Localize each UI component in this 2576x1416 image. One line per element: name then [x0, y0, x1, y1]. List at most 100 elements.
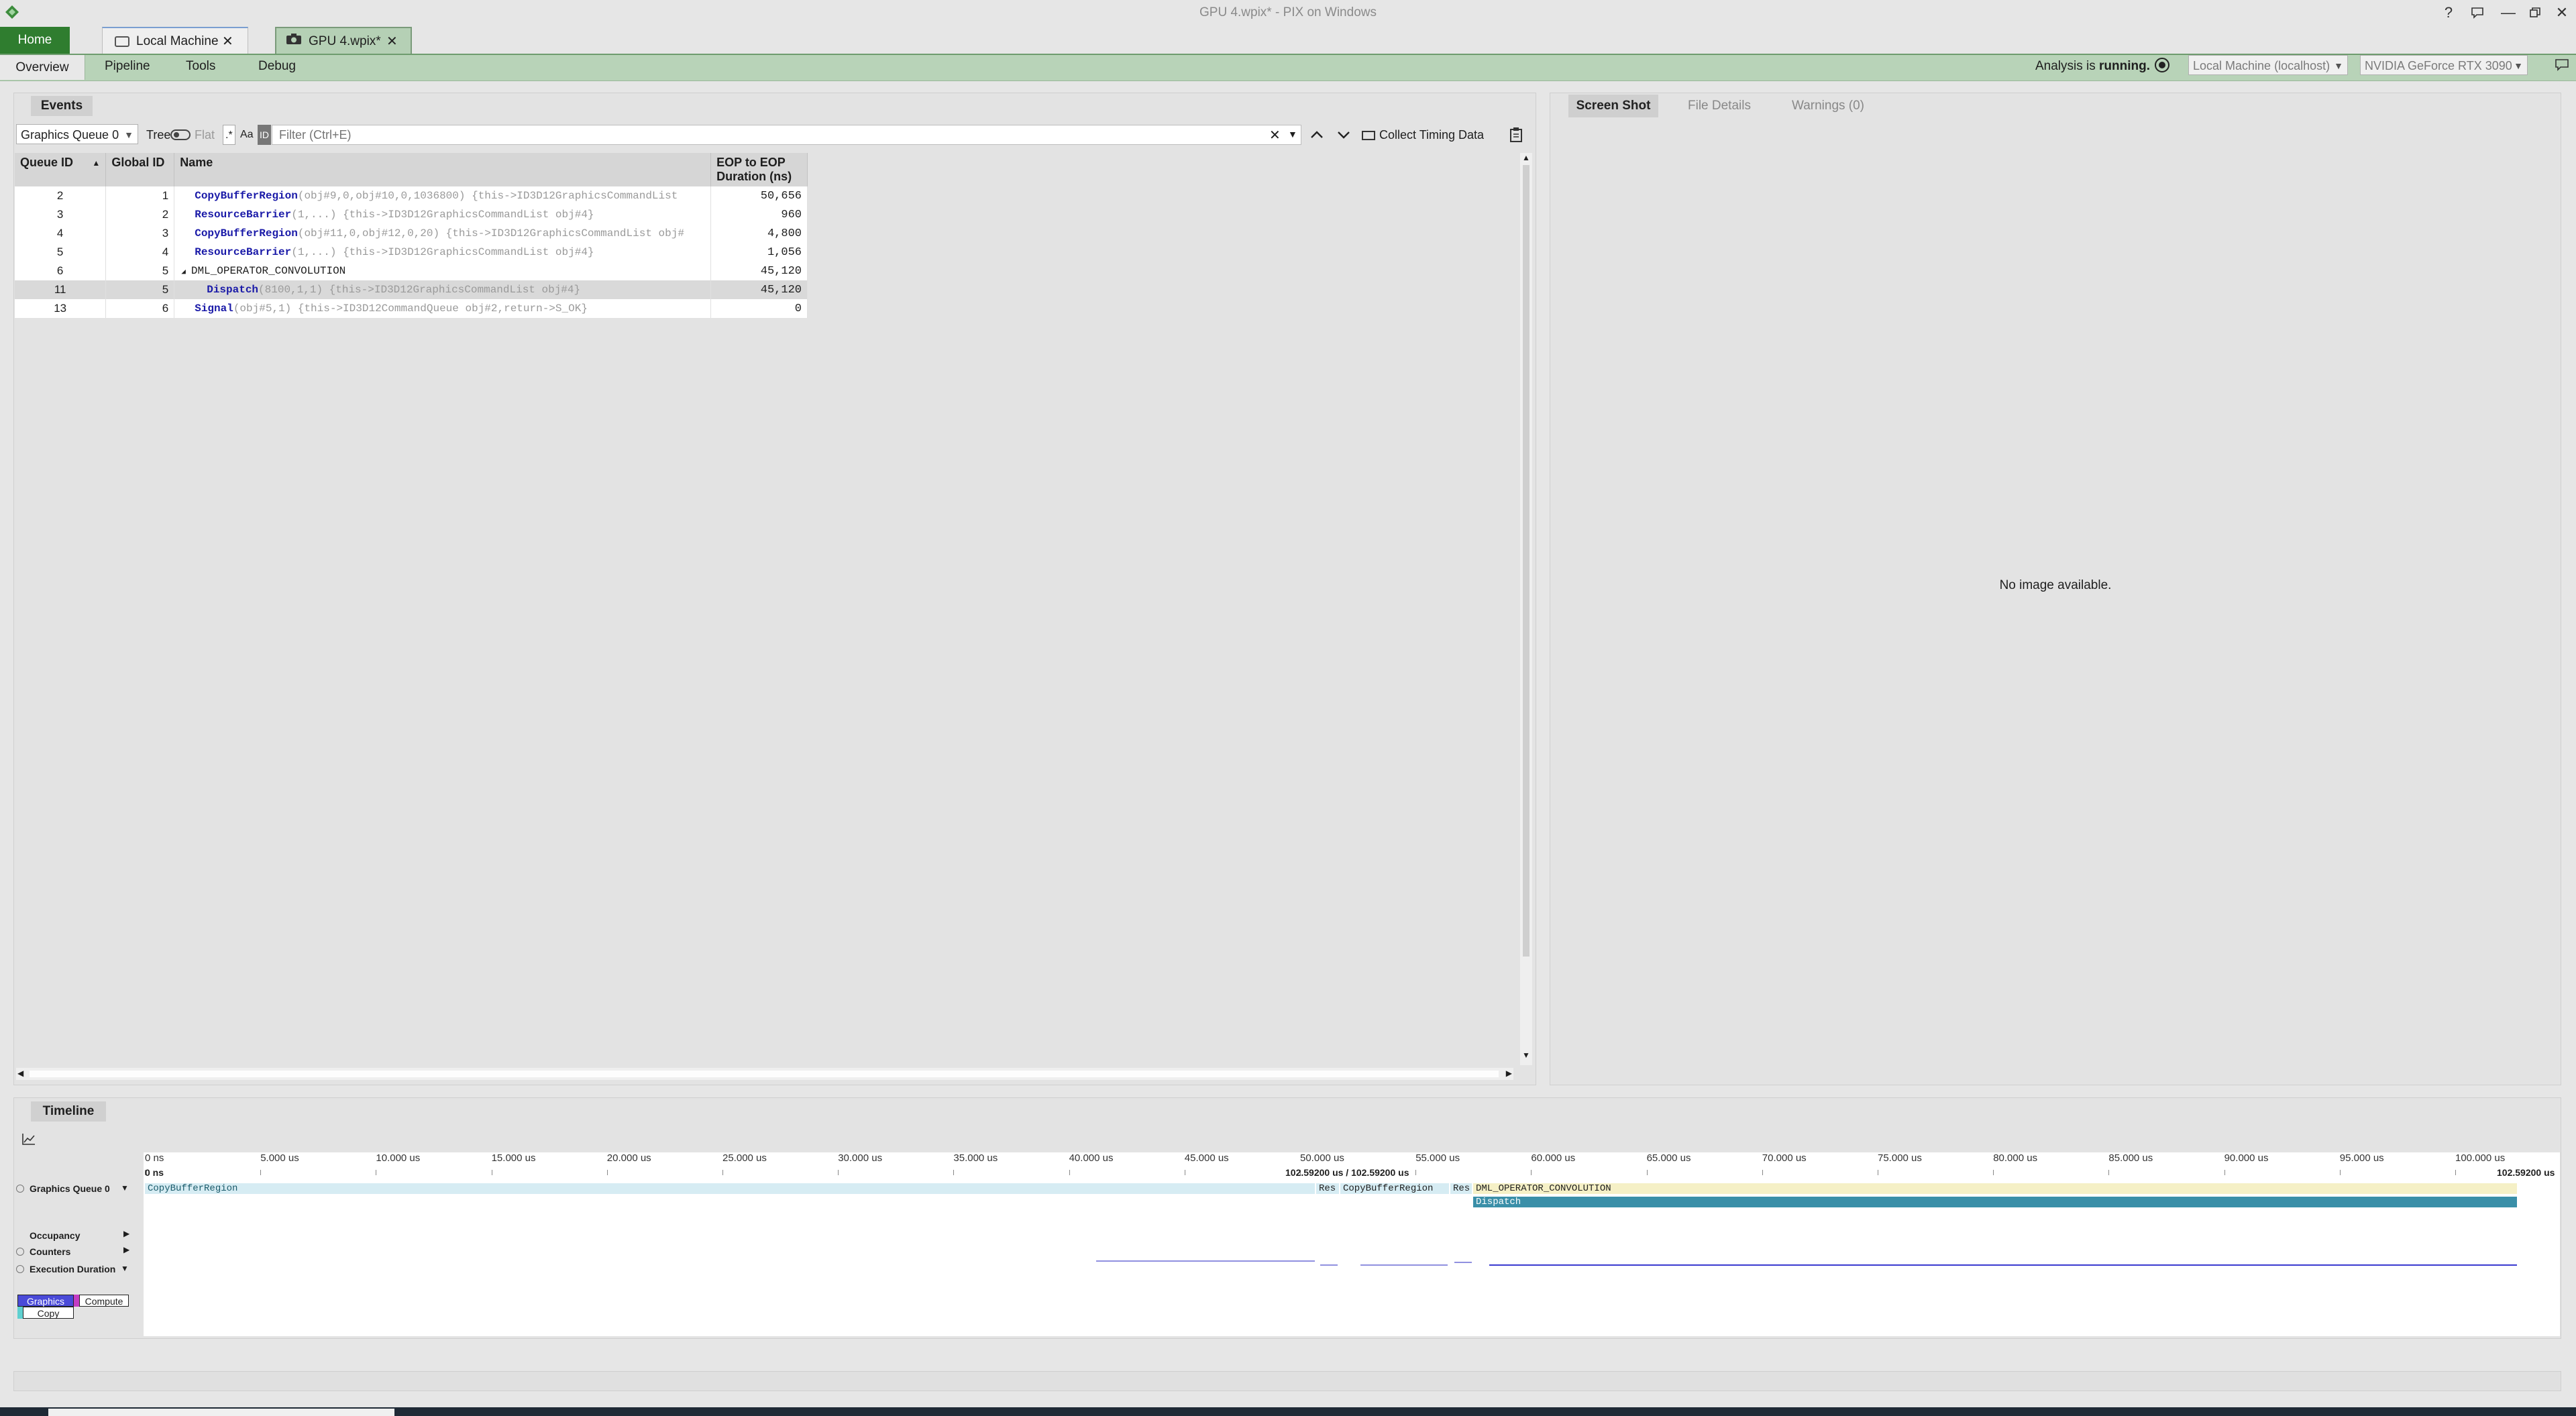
cell-global-id: 2	[105, 205, 175, 224]
match-case-toggle[interactable]: Aa	[240, 125, 254, 145]
cell-name: ◢ DML_OPERATOR_CONVOLUTION	[174, 262, 712, 280]
chevron-down-icon: ▼	[2334, 60, 2343, 71]
cell-duration: 45,120	[710, 280, 808, 299]
timeline-bar-dispatch[interactable]: Dispatch	[1473, 1197, 2517, 1207]
tree-flat-toggle[interactable]	[170, 129, 191, 140]
timeline-tick-mark	[1762, 1170, 1763, 1175]
table-row[interactable]: 3 2 ResourceBarrier(1,...) {this->ID3D12…	[15, 205, 808, 224]
record-icon[interactable]	[2155, 58, 2169, 72]
machine-select[interactable]: Local Machine (localhost) ▼	[2188, 55, 2348, 75]
vertical-scrollbar[interactable]: ▲ ▼	[1520, 153, 1532, 1065]
table-header-row: Queue ID ▲ Global ID Name EOP to EOP Dura…	[15, 153, 808, 186]
tab-local-machine[interactable]: Local Machine ✕	[102, 27, 248, 54]
scroll-down-icon[interactable]: ▼	[1520, 1050, 1532, 1060]
close-tab-local-icon[interactable]: ✕	[222, 28, 233, 55]
clear-filter-icon[interactable]: ✕	[1269, 127, 1281, 144]
scroll-up-icon[interactable]: ▲	[1520, 153, 1532, 162]
timeline-tick-label: 65.000 us	[1646, 1152, 1691, 1164]
tab-gpu-capture[interactable]: GPU 4.wpix* ✕	[275, 27, 412, 54]
col-eop-duration[interactable]: EOP to EOP Duration (ns)	[710, 153, 808, 186]
nav-pipeline[interactable]: Pipeline	[105, 54, 150, 79]
event-args: (obj#9,0,obj#10,0,1036800) {this->ID3D12…	[297, 190, 678, 202]
nav-debug[interactable]: Debug	[258, 54, 296, 79]
chevron-right-icon[interactable]: ▶	[123, 1229, 129, 1238]
horizontal-scrollbar[interactable]: ◀ ▶	[16, 1068, 1513, 1080]
previous-match-icon[interactable]	[1309, 125, 1324, 148]
col-queue-id[interactable]: Queue ID ▲	[15, 153, 107, 186]
chevron-down-icon[interactable]: ▼	[121, 1183, 129, 1193]
timeline-bar-resourcebarrier-2[interactable]: Res	[1450, 1183, 1472, 1194]
feedback-icon[interactable]	[2466, 1, 2489, 24]
timeline-bar-copybufferregion[interactable]: CopyBufferRegion	[145, 1183, 1315, 1194]
exec-lane-dot[interactable]	[16, 1265, 24, 1273]
cell-name: Signal(obj#5,1) {this->ID3D12CommandQueu…	[174, 299, 712, 318]
regex-toggle[interactable]: .*	[223, 125, 235, 145]
id-toggle[interactable]: ID	[258, 125, 271, 145]
timeline-canvas[interactable]	[144, 1152, 2560, 1336]
queue-select[interactable]: Graphics Queue 0 ▼	[16, 124, 138, 144]
tab-warnings[interactable]: Warnings (0)	[1779, 95, 1877, 117]
help-icon[interactable]: ?	[2437, 1, 2460, 24]
timeline-tick-label: 40.000 us	[1069, 1152, 1114, 1164]
cell-queue-id: 3	[15, 205, 107, 224]
table-row[interactable]: 5 4 ResourceBarrier(1,...) {this->ID3D12…	[15, 243, 808, 262]
table-row-selected[interactable]: 11 5 Dispatch(8100,1,1) {this->ID3D12Gra…	[15, 280, 808, 299]
col-eop-line1: EOP to EOP	[716, 156, 786, 169]
next-match-icon[interactable]	[1336, 125, 1351, 146]
tab-screen-shot[interactable]: Screen Shot	[1568, 95, 1658, 117]
collect-timing-button[interactable]: Collect Timing Data	[1362, 125, 1484, 145]
chevron-down-icon: ▼	[2514, 60, 2523, 71]
scroll-thumb[interactable]	[1523, 165, 1529, 957]
timeline-bar-copybufferregion-2[interactable]: CopyBufferRegion	[1340, 1183, 1449, 1194]
timeline-panel-title: Timeline	[31, 1101, 106, 1122]
table-row[interactable]: 4 3 CopyBufferRegion(obj#11,0,obj#12,0,2…	[15, 224, 808, 243]
gpu-select[interactable]: NVIDIA GeForce RTX 3090 ▼	[2360, 55, 2528, 75]
lane-graphics-queue: Graphics Queue 0	[30, 1183, 110, 1194]
timeline-bar-dml-convolution[interactable]: DML_OPERATOR_CONVOLUTION	[1473, 1183, 2517, 1194]
timeline-tick-label: 25.000 us	[722, 1152, 767, 1164]
analysis-status: Analysis is running.	[2035, 54, 2150, 79]
minimize-icon[interactable]: —	[2497, 1, 2520, 24]
queue-lane-dot[interactable]	[16, 1185, 24, 1193]
clipboard-icon[interactable]	[1509, 127, 1523, 146]
range-start-label: 0 ns	[145, 1167, 164, 1178]
event-function: Signal	[195, 303, 233, 315]
close-tab-gpu-icon[interactable]: ✕	[386, 28, 398, 55]
scroll-left-icon[interactable]: ◀	[17, 1069, 23, 1078]
cell-global-id: 3	[105, 224, 175, 243]
nav-tools[interactable]: Tools	[186, 54, 215, 79]
legend-graphics: Graphics	[17, 1295, 74, 1307]
chart-toggle-icon[interactable]	[21, 1132, 36, 1149]
machine-select-value: Local Machine (localhost)	[2193, 59, 2330, 72]
event-function: CopyBufferRegion	[195, 190, 298, 202]
counters-lane-dot[interactable]	[16, 1248, 24, 1256]
timeline-tick-mark	[1993, 1170, 1994, 1175]
taskbar-search[interactable]	[48, 1409, 394, 1416]
table-row[interactable]: 13 6 Signal(obj#5,1) {this->ID3D12Comman…	[15, 299, 808, 318]
chevron-down-icon[interactable]: ▼	[121, 1264, 129, 1273]
table-row[interactable]: 6 5 ◢ DML_OPERATOR_CONVOLUTION 45,120	[15, 262, 808, 280]
timeline-tick-label: 80.000 us	[1993, 1152, 2038, 1164]
h-scroll-thumb[interactable]	[30, 1071, 1499, 1077]
filter-history-chevron-icon[interactable]: ▼	[1288, 129, 1297, 140]
comment-icon[interactable]	[2555, 58, 2569, 76]
col-global-id[interactable]: Global ID	[105, 153, 175, 186]
nav-overview[interactable]: Overview	[0, 55, 85, 80]
close-window-icon[interactable]: ✕	[2551, 1, 2573, 24]
tab-file-details[interactable]: File Details	[1670, 95, 1768, 117]
analysis-prefix: Analysis is	[2035, 59, 2096, 73]
legend-graphics-label: Graphics	[26, 1296, 65, 1307]
home-tab[interactable]: Home	[0, 27, 70, 54]
filter-field[interactable]: ✕ ▼	[272, 125, 1301, 145]
scroll-right-icon[interactable]: ▶	[1506, 1069, 1512, 1078]
restore-icon[interactable]	[2524, 1, 2546, 24]
collapse-triangle-icon[interactable]: ◢	[181, 268, 186, 276]
timeline-bar-resourcebarrier[interactable]: Res	[1316, 1183, 1339, 1194]
timeline-tick-label: 35.000 us	[953, 1152, 998, 1164]
filter-input[interactable]	[278, 125, 1260, 144]
chevron-right-icon[interactable]: ▶	[123, 1245, 129, 1254]
col-eop-line2: Duration (ns)	[716, 170, 792, 183]
timeline-tick-mark	[953, 1170, 955, 1175]
table-row[interactable]: 2 1 CopyBufferRegion(obj#9,0,obj#10,0,10…	[15, 186, 808, 205]
col-name[interactable]: Name	[174, 153, 712, 186]
